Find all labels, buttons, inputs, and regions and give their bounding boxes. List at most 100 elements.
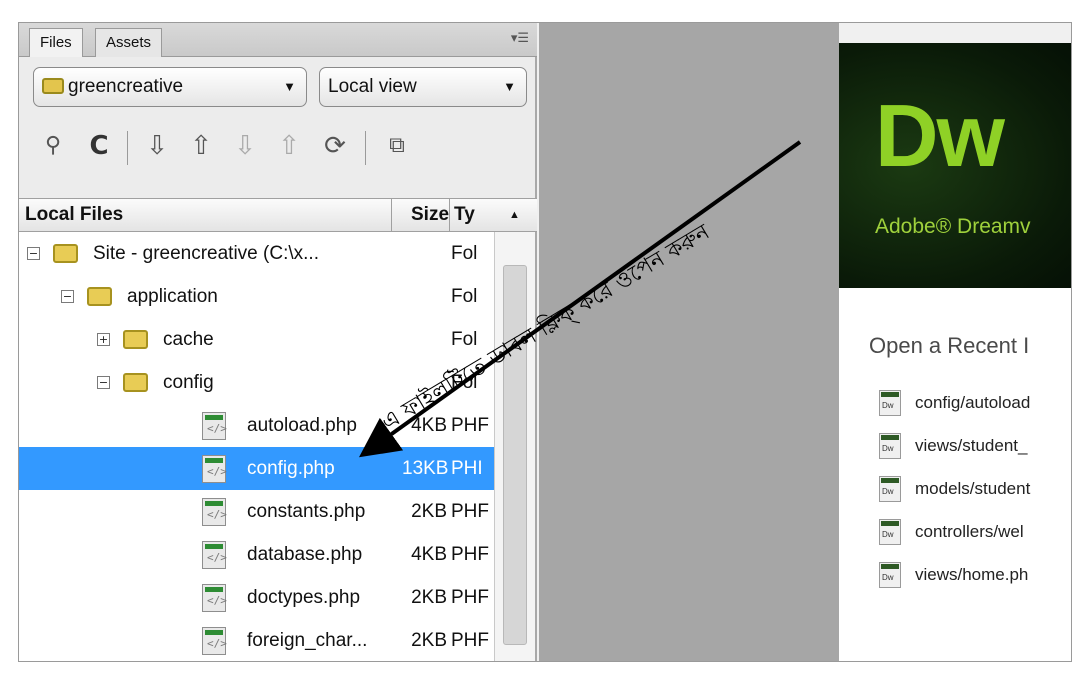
tree-item-name: cache [163,329,214,350]
folder-icon [123,373,148,392]
connect-icon[interactable]: ⚲ [37,129,69,163]
panel-menu-icon[interactable]: ▾☰ [511,31,529,46]
tree-item-size: 13KB [402,458,449,479]
toolbar-divider [127,131,128,165]
column-divider [449,199,450,231]
recent-file-name: views/home.ph [915,565,1029,584]
tree-item-size: 2KB [411,587,447,608]
collapse-icon[interactable]: − [61,290,74,303]
php-file-icon: </> [202,584,227,612]
tree-item-size: 4KB [411,544,447,565]
recent-file-name: controllers/wel [915,522,1024,541]
files-panel: Files Assets ▾☰ greencreative ▼ Local vi… [19,23,537,661]
file-list-header: Local Files Size Ty ▲ [19,198,537,232]
collapse-icon[interactable]: − [97,376,110,389]
tree-folder-row[interactable]: − Site - greencreative (C:\x... Fol [19,232,494,275]
tree-item-name: database.php [247,544,363,565]
recent-files-title: Open a Recent I [869,333,1030,358]
tree-folder-row[interactable]: + cache Fol [19,318,494,361]
tree-item-type: PHF [451,544,489,565]
php-file-icon: </> [202,455,227,483]
tree-item-name: Site - greencreative (C:\x... [93,243,319,264]
dw-file-icon: Dw [879,476,901,502]
welcome-screen: Dw Adobe® Dreamv Open a Recent I Dw confi… [839,43,1071,661]
tree-file-row[interactable]: </> doctypes.php 2KB PHF [19,576,494,619]
recent-file-name: views/student_ [915,436,1028,455]
put-files-icon[interactable]: ⇧ [185,129,217,163]
check-out-icon[interactable]: ⇩ [229,129,261,163]
dw-file-icon: Dw [879,519,901,545]
column-local-files[interactable]: Local Files [25,199,123,231]
tree-item-type: PHF [451,630,489,651]
tab-files[interactable]: Files [29,28,83,57]
tree-file-row[interactable]: </> foreign_char... 2KB PHF [19,619,494,661]
tree-item-type: PHF [451,415,489,436]
site-select[interactable]: greencreative ▼ [33,67,307,107]
column-size[interactable]: Size [411,199,449,231]
expand-panel-icon[interactable]: ⧉ [381,129,413,163]
scroll-up-icon[interactable]: ▲ [509,199,520,231]
view-select-value: Local view [328,76,417,97]
tree-item-name: constants.php [247,501,366,522]
tree-item-type: PHF [451,587,489,608]
chevron-down-icon: ▼ [283,79,296,94]
file-tree: − Site - greencreative (C:\x... Fol − applic… [19,232,494,661]
expand-icon[interactable]: + [97,333,110,346]
refresh-icon[interactable]: C [83,129,115,163]
dw-file-icon: Dw [879,562,901,588]
tree-item-name: config [163,372,214,393]
tree-item-type: Fol [451,243,478,264]
php-file-icon: </> [202,498,227,526]
check-in-icon[interactable]: ⇧ [273,129,305,163]
tree-item-type: PHI [451,458,483,479]
screenshot: Files Assets ▾☰ greencreative ▼ Local vi… [0,0,1076,675]
synchronize-icon[interactable]: ⟳ [319,129,351,163]
tree-item-type: Fol [451,286,478,307]
tree-file-row[interactable]: </> config.php 13KB PHI [19,447,494,490]
chevron-down-icon: ▼ [503,79,516,94]
tree-item-name: application [127,286,218,307]
recent-file-link[interactable]: Dw config/autoload [879,388,1071,422]
dw-logo: Dw [875,86,1005,185]
product-name: Adobe® Dreamv [875,215,1031,238]
recent-file-link[interactable]: Dw controllers/wel [879,517,1071,551]
get-files-icon[interactable]: ⇩ [141,129,173,163]
recent-file-name: models/student [915,479,1031,498]
tree-item-size: 2KB [411,630,447,651]
dw-file-icon: Dw [879,390,901,416]
tree-item-name: config.php [247,458,335,479]
dreamweaver-banner: Dw Adobe® Dreamv [839,43,1071,288]
tab-assets[interactable]: Assets [95,28,163,57]
recent-file-name: config/autoload [915,393,1031,412]
tree-item-size: 2KB [411,501,447,522]
folder-icon [42,78,64,94]
folder-icon [87,287,112,306]
php-file-icon: </> [202,412,227,440]
folder-icon [123,330,148,349]
view-select[interactable]: Local view ▼ [319,67,527,107]
php-file-icon: </> [202,627,227,655]
site-select-value: greencreative [68,76,184,97]
folder-icon [53,244,78,263]
recent-file-link[interactable]: Dw views/home.ph [879,560,1071,594]
tree-scrollbar[interactable] [494,232,535,661]
php-file-icon: </> [202,541,227,569]
tree-folder-row[interactable]: − application Fol [19,275,494,318]
document-area [539,23,839,661]
tree-item-type: PHF [451,501,489,522]
panel-tabbar: Files Assets ▾☰ [19,23,537,57]
dw-file-icon: Dw [879,433,901,459]
column-type[interactable]: Ty [454,199,475,231]
tree-file-row[interactable]: </> constants.php 2KB PHF [19,490,494,533]
file-toolbar: ⚲ C ⇩ ⇧ ⇩ ⇧ ⟳ ⧉ [19,123,537,173]
tree-file-row[interactable]: </> database.php 4KB PHF [19,533,494,576]
toolbar-divider [365,131,366,165]
recent-file-link[interactable]: Dw models/student [879,474,1071,508]
recent-file-link[interactable]: Dw views/student_ [879,431,1071,465]
tree-item-name: autoload.php [247,415,357,436]
collapse-icon[interactable]: − [27,247,40,260]
site-toolbar: greencreative ▼ Local view ▼ [19,67,537,119]
tree-item-name: doctypes.php [247,587,361,608]
tree-item-name: foreign_char... [247,630,368,651]
column-divider [391,199,392,231]
